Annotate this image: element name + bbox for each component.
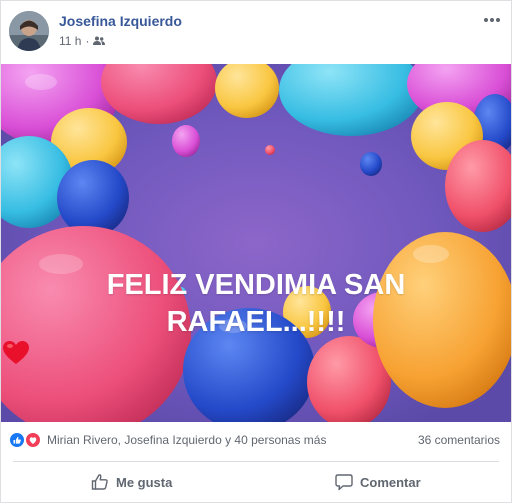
like-button[interactable]: Me gusta	[91, 462, 172, 502]
post-header: Josefina Izquierdo 11 h ·	[1, 1, 511, 63]
thumbs-up-icon	[91, 474, 108, 490]
image-caption: FELIZ VENDIMIA SAN RAFAEL...!!!!	[1, 267, 511, 365]
post-meta: 11 h ·	[59, 34, 106, 48]
avatar[interactable]	[9, 11, 49, 51]
caption-line-2-text: RAFAEL...!!!!	[166, 306, 346, 338]
balloon-small-red	[265, 145, 275, 155]
comment-button[interactable]: Comentar	[335, 462, 421, 502]
more-icon[interactable]	[483, 15, 501, 25]
author-name[interactable]: Josefina Izquierdo	[59, 13, 182, 29]
post-image[interactable]: FELIZ VENDIMIA SAN RAFAEL...!!!!	[1, 64, 511, 422]
post-time[interactable]: 11 h	[59, 34, 81, 48]
balloon-small-magenta	[172, 125, 200, 157]
reaction-names[interactable]: Mirian Rivero, Josefina Izquierdo y 40 p…	[47, 433, 326, 447]
post-card: Josefina Izquierdo 11 h · FELIZ VENDIMIA…	[0, 0, 512, 503]
like-label: Me gusta	[116, 474, 173, 490]
action-bar: Me gusta Comentar	[1, 462, 511, 502]
comment-icon	[335, 474, 353, 491]
comment-label: Comentar	[360, 474, 421, 490]
comments-count[interactable]: 36 comentarios	[418, 433, 500, 447]
balloon-blue-left	[57, 160, 129, 236]
reaction-icons[interactable]	[9, 432, 43, 448]
meta-separator: ·	[85, 34, 90, 48]
love-reaction-icon	[25, 432, 41, 448]
reaction-summary: Mirian Rivero, Josefina Izquierdo y 40 p…	[1, 423, 511, 457]
friends-icon	[93, 36, 106, 45]
heart-emoji-icon	[3, 341, 29, 364]
caption-line-2: RAFAEL...!!!!	[1, 304, 511, 365]
caption-line-1: FELIZ VENDIMIA SAN	[106, 269, 406, 301]
balloon-small-blue	[360, 152, 382, 176]
like-reaction-icon	[9, 432, 25, 448]
